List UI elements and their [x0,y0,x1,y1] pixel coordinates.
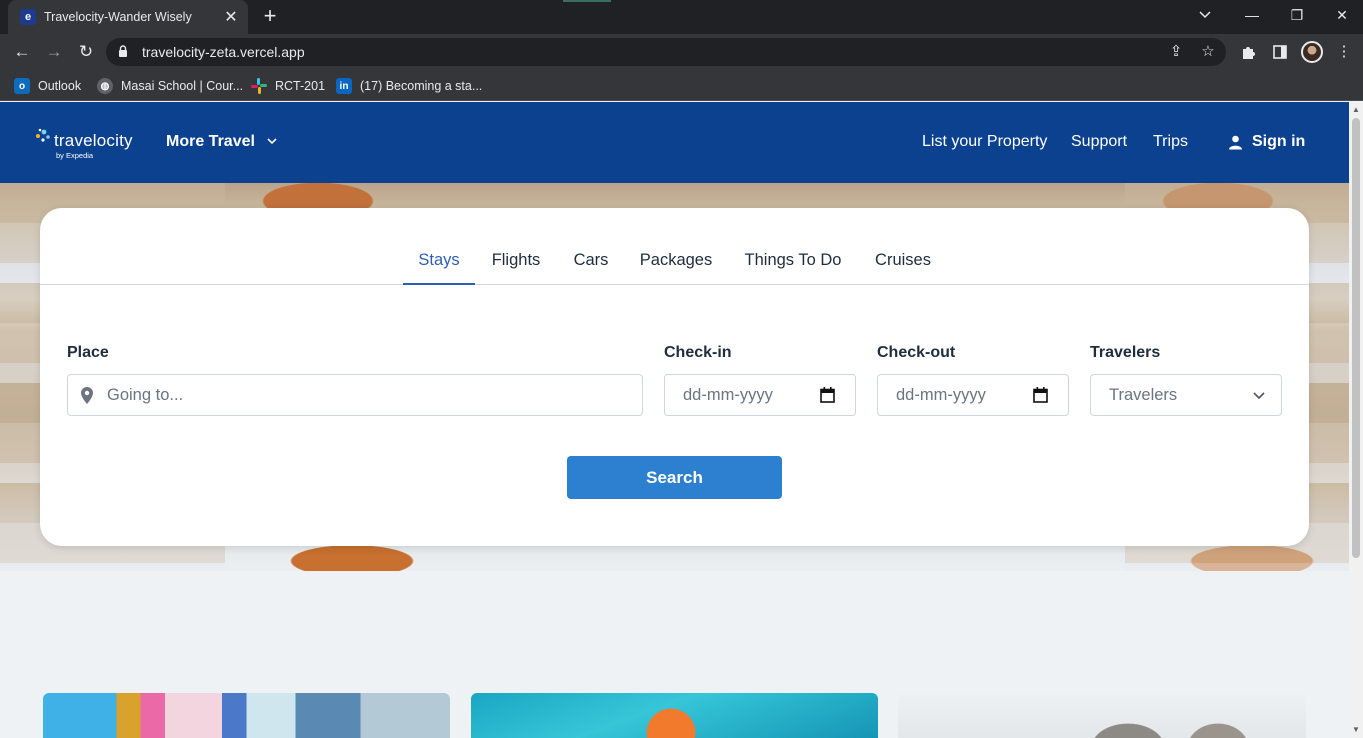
bookmark-label: RCT-201 [275,79,326,93]
checkin-date-input[interactable]: dd-mm-yyyy [664,374,856,416]
reload-icon[interactable]: ↻ [74,40,98,64]
lock-icon [119,45,127,57]
destination-card-image[interactable] [471,693,878,738]
globe-icon: ◍ [97,78,113,94]
scroll-up-arrow-icon[interactable]: ▲ [1352,106,1360,114]
chevron-down-icon [1253,392,1265,400]
slack-icon [251,78,267,94]
search-card: Stays Flights Cars Packages Things To Do… [40,208,1309,546]
checkout-label: Check-out [877,344,956,361]
minimize-button[interactable]: — [1229,0,1275,30]
page-viewport: travelocity by Expedia More Travel List … [0,102,1349,738]
user-icon [1229,135,1242,149]
place-placeholder: Going to... [107,385,184,404]
browser-toolbar: ← → ↻ travelocity-zeta.vercel.app ⇪ ☆ ⋮ [0,34,1363,70]
outlook-icon: o [14,78,30,94]
tab-things-to-do[interactable]: Things To Do [739,251,847,285]
checkin-placeholder: dd-mm-yyyy [683,385,773,404]
bookmark-label: Masai School | Cour... [121,79,244,93]
bookmark-masai[interactable]: ◍ Masai School | Cour... [97,76,243,96]
tab-cruises[interactable]: Cruises [870,251,936,285]
checkout-placeholder: dd-mm-yyyy [896,385,986,404]
search-button[interactable]: Search [567,456,782,499]
location-pin-icon [81,386,93,404]
bookmark-star-icon[interactable]: ☆ [1198,42,1218,62]
browser-tabstrip: e Travelocity-Wander Wisely ✕ + — ❐ ✕ [0,0,1363,34]
linkedin-icon: in [336,78,352,94]
tab-packages[interactable]: Packages [636,251,716,285]
destination-card-image[interactable] [898,693,1306,738]
new-tab-button[interactable]: + [258,4,282,28]
nav-support[interactable]: Support [1071,133,1127,151]
travelocity-favicon-icon: e [20,9,36,25]
nav-trips[interactable]: Trips [1153,133,1188,151]
window-close-button[interactable]: ✕ [1319,0,1363,30]
travelocity-logo[interactable]: travelocity by Expedia [34,124,144,164]
forward-arrow-icon[interactable]: → [42,40,66,64]
more-travel-label: More Travel [166,133,255,150]
bookmark-label: (17) Becoming a sta... [360,79,483,93]
logo-subtitle: by Expedia [56,151,94,160]
checkin-label: Check-in [664,344,732,361]
bookmarks-bar: o Outlook ◍ Masai School | Cour... RCT-2… [0,70,1363,101]
sign-in-label: Sign in [1252,133,1306,150]
search-tabs: Stays Flights Cars Packages Things To Do… [40,248,1309,285]
tab-close-icon[interactable]: ✕ [222,7,240,27]
page-scrollbar[interactable]: ▲ ▼ [1349,102,1363,738]
address-bar[interactable]: travelocity-zeta.vercel.app ⇪ ☆ [106,38,1226,66]
tabstrip-accent [563,0,611,2]
bookmark-outlook[interactable]: o Outlook [14,76,81,96]
site-header: travelocity by Expedia More Travel List … [0,102,1349,183]
back-arrow-icon[interactable]: ← [10,40,34,64]
travelocity-star-icon [36,128,50,142]
tab-search-chevron-icon[interactable] [1188,0,1222,30]
tab-flights[interactable]: Flights [485,251,547,285]
tab-cars[interactable]: Cars [568,251,614,285]
calendar-icon[interactable] [1033,387,1048,403]
scroll-down-arrow-icon[interactable]: ▼ [1352,726,1360,734]
share-icon[interactable]: ⇪ [1166,42,1186,62]
url-text: travelocity-zeta.vercel.app [142,44,305,60]
tab-stays[interactable]: Stays [403,251,475,285]
travelers-select[interactable]: Travelers [1090,374,1282,416]
travelers-label: Travelers [1090,344,1161,361]
sign-in-button[interactable]: Sign in [1228,133,1305,151]
tab-title: Travelocity-Wander Wisely [44,10,192,24]
destination-card-image[interactable] [43,693,450,738]
profile-avatar[interactable] [1301,41,1323,63]
travelers-value: Travelers [1109,385,1178,404]
bookmark-rct[interactable]: RCT-201 [251,76,325,96]
logo-wordmark: travelocity [54,131,133,150]
nav-list-property[interactable]: List your Property [922,133,1047,151]
browser-tab[interactable]: e Travelocity-Wander Wisely ✕ [8,0,248,34]
chevron-down-icon [267,136,277,148]
extensions-puzzle-icon[interactable] [1236,40,1260,64]
place-label: Place [67,344,109,361]
side-panel-icon[interactable] [1268,40,1292,64]
bookmark-label: Outlook [38,79,82,93]
place-input[interactable]: Going to... [67,374,643,416]
checkout-date-input[interactable]: dd-mm-yyyy [877,374,1069,416]
restore-button[interactable]: ❐ [1274,0,1320,30]
more-travel-dropdown[interactable]: More Travel [166,133,277,151]
calendar-icon[interactable] [820,387,835,403]
browser-menu-icon[interactable]: ⋮ [1332,40,1356,64]
scrollbar-thumb[interactable] [1352,118,1360,558]
bookmark-linkedin[interactable]: in (17) Becoming a sta... [336,76,482,96]
